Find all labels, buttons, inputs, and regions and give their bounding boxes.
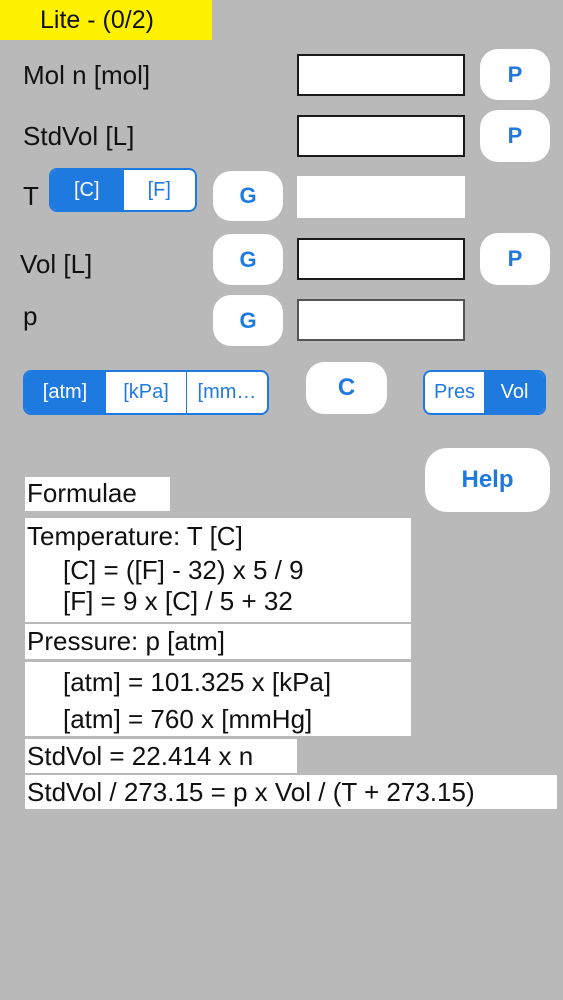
p-g-button[interactable]: G [213, 295, 283, 346]
segment-atm[interactable]: [atm] [25, 372, 105, 413]
formulae-title: Formulae [25, 477, 170, 511]
segment-mmhg[interactable]: [mm… [186, 372, 267, 413]
pressure-formula-2: [atm] = 760 x [mmHg] [63, 704, 313, 734]
mode-segment[interactable]: Pres Vol [423, 370, 546, 415]
segment-c[interactable]: [C] [51, 170, 123, 210]
mol-label: Mol n [mol] [23, 60, 151, 90]
stdvol-p-button[interactable]: P [480, 110, 550, 162]
p-input[interactable] [297, 299, 465, 341]
vol-input[interactable] [297, 238, 465, 280]
vol-p-button[interactable]: P [480, 233, 550, 285]
pressure-formula-1: [atm] = 101.325 x [kPa] [63, 667, 332, 697]
stdvol-label: StdVol [L] [23, 121, 135, 151]
temperature-header: Temperature: T [C] [27, 521, 243, 551]
segment-f[interactable]: [F] [122, 170, 196, 210]
stdvol-input[interactable] [297, 115, 465, 157]
t-g-button[interactable]: G [213, 171, 283, 221]
temperature-formulae-box: Temperature: T [C] [C] = ([F] - 32) x 5 … [25, 518, 411, 622]
pressure-unit-segment[interactable]: [atm] [kPa] [mm… [23, 370, 269, 415]
temperature-formula-1: [C] = ([F] - 32) x 5 / 9 [63, 555, 304, 585]
segment-kpa[interactable]: [kPa] [105, 372, 186, 413]
t-input[interactable] [297, 176, 465, 218]
temperature-unit-segment[interactable]: [C] [F] [49, 168, 197, 212]
p-label: p [23, 301, 38, 331]
t-label: T [23, 181, 39, 211]
pressure-formulae-box: [atm] = 101.325 x [kPa] [atm] = 760 x [m… [25, 662, 411, 736]
stdvol-formula-2: StdVol / 273.15 = p x Vol / (T + 273.15) [25, 775, 557, 809]
pressure-header: Pressure: p [atm] [25, 624, 411, 659]
mol-p-button[interactable]: P [480, 49, 550, 100]
segment-vol[interactable]: Vol [484, 372, 544, 413]
stdvol-formula-1: StdVol = 22.414 x n [25, 739, 297, 773]
c-button[interactable]: C [306, 362, 387, 414]
help-button[interactable]: Help [425, 448, 550, 512]
lite-badge: Lite - (0/2) [0, 0, 212, 40]
vol-g-button[interactable]: G [213, 234, 283, 285]
temperature-formula-2: [F] = 9 x [C] / 5 + 32 [63, 586, 293, 616]
segment-pres[interactable]: Pres [425, 372, 484, 413]
mol-input[interactable] [297, 54, 465, 96]
vol-label: Vol [L] [20, 249, 93, 279]
